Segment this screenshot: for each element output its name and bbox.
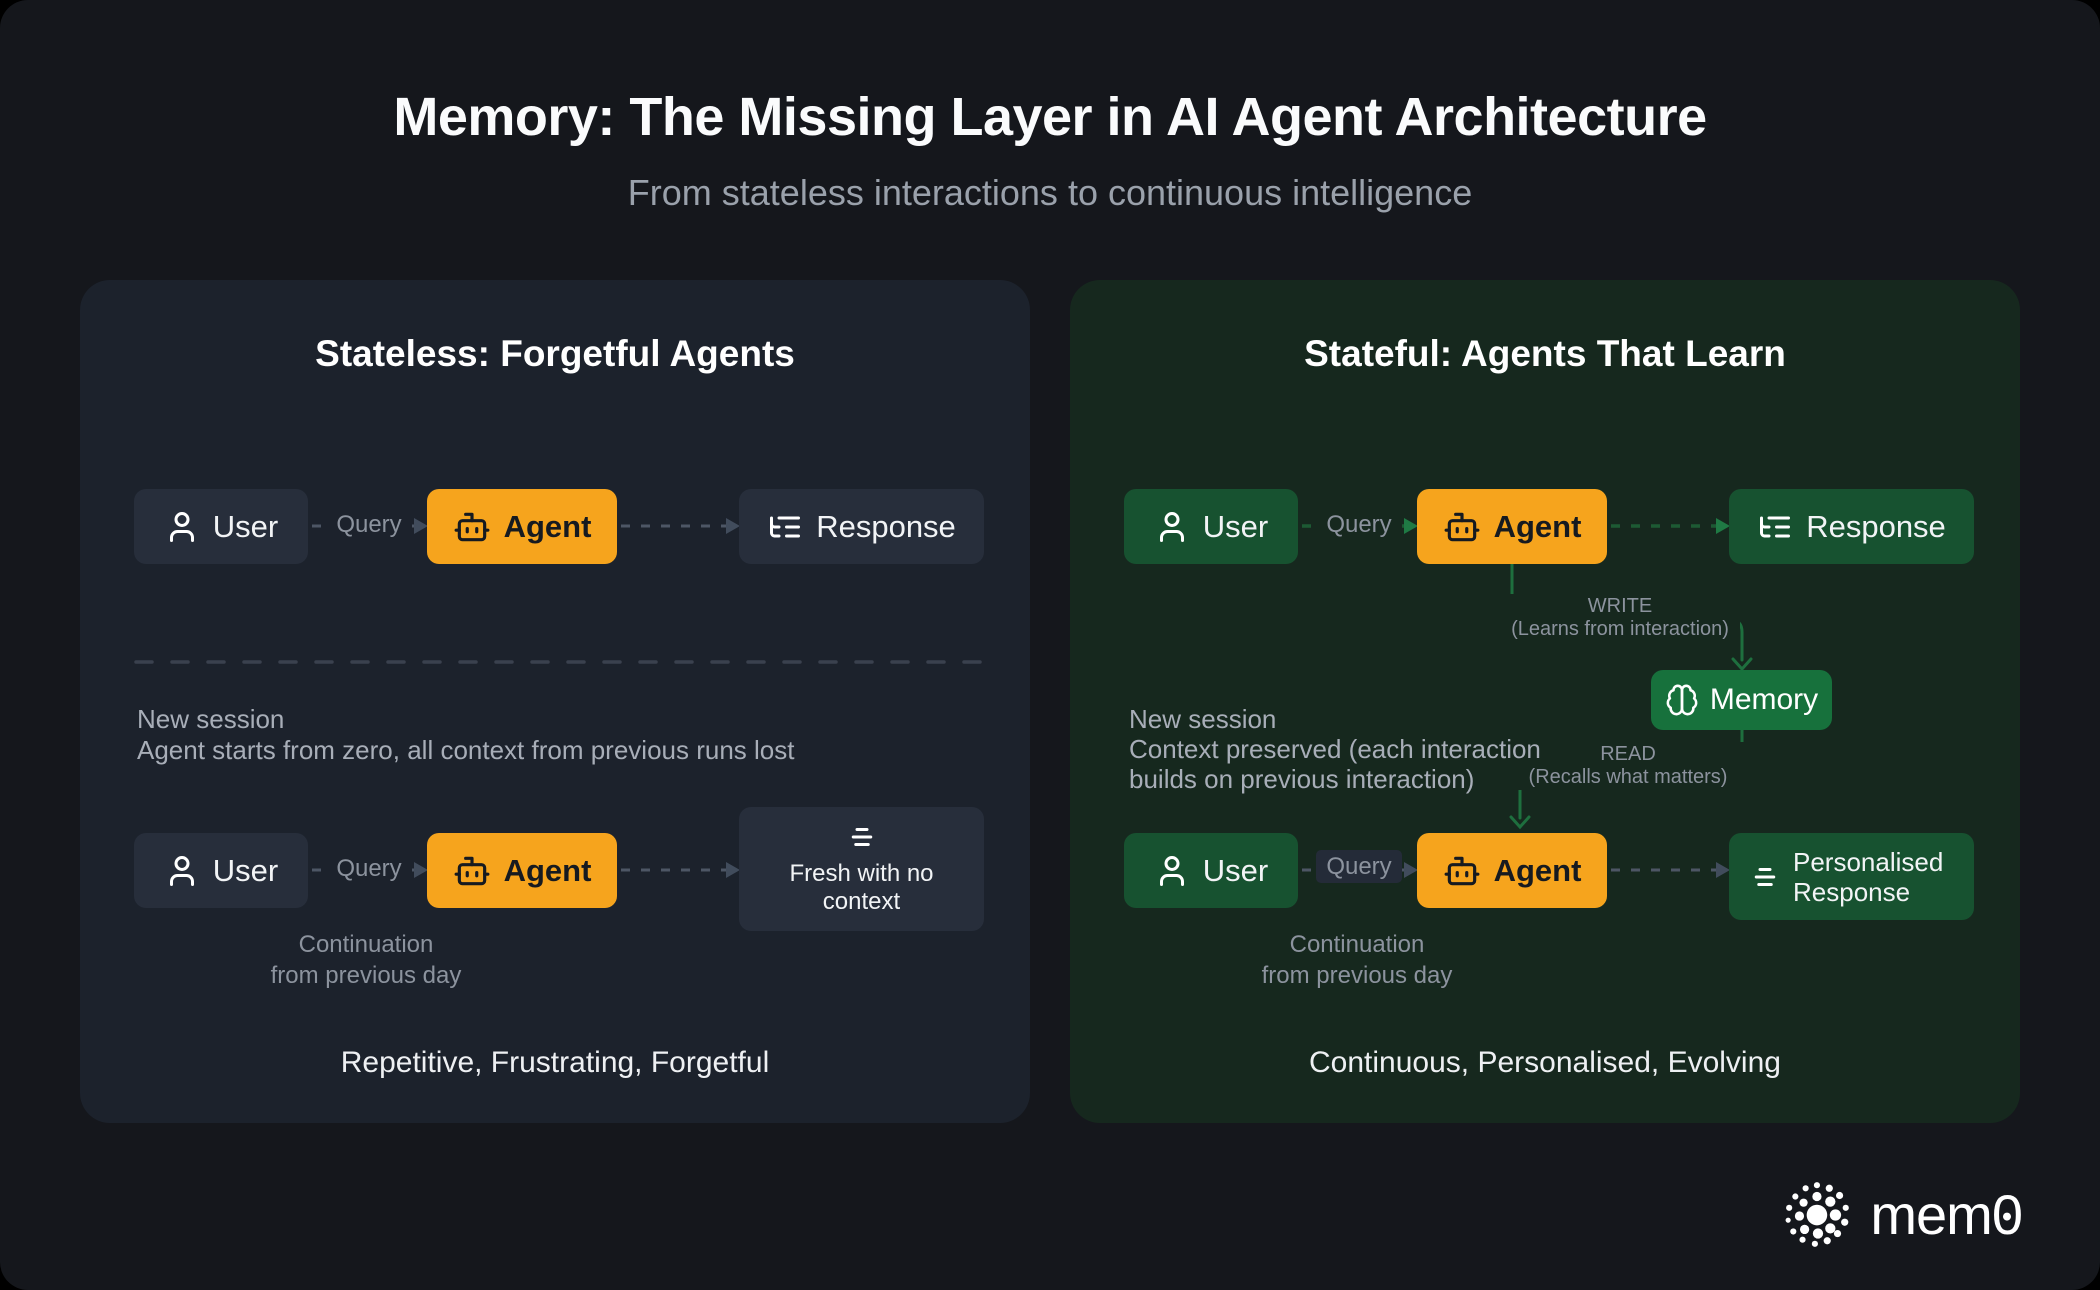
mem0-logo: mem0 [1783,1178,2022,1250]
user-node: User [1124,489,1298,564]
fresh-context-label: Fresh with no context [772,860,952,916]
stateful-panel-title: Stateful: Agents That Learn [1070,333,2020,375]
user-icon [164,853,200,889]
stateless-panel: Stateless: Forgetful Agents User Query A… [80,280,1030,1123]
memory-label: Memory [1710,683,1818,717]
session-note: New session Context preserved (each inte… [1129,704,1541,794]
personalised-response-node: Personalised Response [1729,833,1974,920]
bot-icon [1443,852,1481,890]
query-label: Query [314,855,424,883]
user-label: User [1203,509,1268,545]
query-label: Query [1304,511,1414,539]
text-lines-icon [847,822,877,852]
bot-icon [453,852,491,890]
user-icon [164,509,200,545]
query-label: Query [1304,853,1414,881]
write-label: WRITE (Learns from interaction) [1500,594,1740,642]
stateful-flow-arrows [1070,280,2020,1123]
fresh-context-node: Fresh with no context [739,807,984,931]
agent-label: Agent [504,853,592,889]
agent-label: Agent [1494,509,1582,545]
agent-node: Agent [1417,489,1607,564]
user-label: User [213,509,278,545]
user-label: User [1203,853,1268,889]
mem0-logo-mark [1783,1178,1855,1250]
agent-node: Agent [427,833,617,908]
session-note: New session Agent starts from zero, all … [137,704,794,766]
memory-node: Memory [1651,670,1832,730]
list-tree-icon [1757,509,1793,545]
page-subtitle: From stateless interactions to continuou… [0,172,2100,214]
agent-label: Agent [1494,853,1582,889]
agent-label: Agent [504,509,592,545]
bot-icon [453,508,491,546]
query-label: Query [314,511,424,539]
infographic-canvas: Memory: The Missing Layer in AI Agent Ar… [0,0,2100,1290]
stateful-panel: Stateful: Agents That Learn User Query A… [1070,280,2020,1123]
response-label: Response [816,509,956,545]
stateless-summary: Repetitive, Frustrating, Forgetful [80,1046,1030,1080]
continuation-note: Continuation from previous day [1227,929,1487,991]
mem0-logo-text: mem0 [1870,1182,2022,1247]
response-node: Response [1729,489,1974,564]
user-node: User [1124,833,1298,908]
page-title: Memory: The Missing Layer in AI Agent Ar… [0,86,2100,148]
continuation-note: Continuation from previous day [236,929,496,991]
bot-icon [1443,508,1481,546]
stateless-panel-title: Stateless: Forgetful Agents [80,333,1030,375]
list-tree-icon [767,509,803,545]
stateless-flow-arrows [80,280,1030,1123]
stateful-summary: Continuous, Personalised, Evolving [1070,1046,2020,1080]
response-label: Response [1806,509,1946,545]
user-node: User [134,489,308,564]
user-label: User [213,853,278,889]
user-node: User [134,833,308,908]
read-label: READ (Recalls what matters) [1510,742,1746,790]
brain-icon [1665,683,1699,717]
agent-node: Agent [1417,833,1607,908]
agent-node: Agent [427,489,617,564]
personalised-response-label: Personalised Response [1793,847,1953,907]
user-icon [1154,509,1190,545]
text-lines-icon [1750,862,1780,892]
response-node: Response [739,489,984,564]
user-icon [1154,853,1190,889]
